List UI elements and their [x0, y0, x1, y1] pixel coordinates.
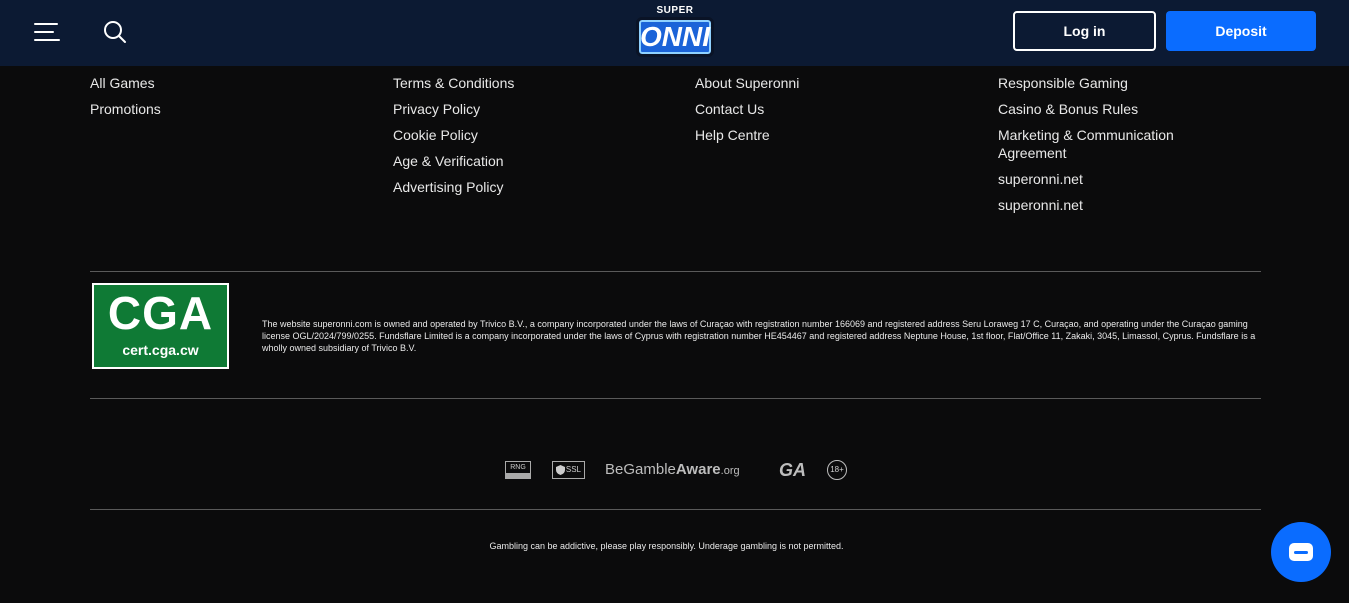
footer-link-about[interactable]: About Superonni [695, 74, 799, 92]
login-button[interactable]: Log in [1013, 11, 1156, 51]
bga-text-3: .org [720, 465, 740, 477]
footer-link-marketing-agreement[interactable]: Marketing & Communication Agreement [998, 126, 1198, 162]
footer-divider [90, 271, 1261, 272]
cga-title: CGA [107, 287, 214, 339]
footer-link-superonni-net-1[interactable]: superonni.net [998, 170, 1198, 188]
footer-link-superonni-net-2[interactable]: superonni.net [998, 196, 1198, 214]
footer-link-help[interactable]: Help Centre [695, 126, 799, 144]
footer-divider [90, 398, 1261, 399]
footer-link-advertising[interactable]: Advertising Policy [393, 178, 514, 196]
superonni-logo[interactable]: SUPER ONNI [632, 3, 718, 61]
footer-link-terms[interactable]: Terms & Conditions [393, 74, 514, 92]
top-header: SUPER ONNI Log in Deposit [0, 0, 1349, 66]
begambleaware-logo[interactable]: BeGambleAware.org [605, 460, 740, 484]
cga-url: cert.cga.cw [122, 342, 199, 358]
gambling-warning-text: Gambling can be addictive, please play r… [489, 541, 844, 551]
footer-link-age-verification[interactable]: Age & Verification [393, 152, 514, 170]
footer-link-promotions[interactable]: Promotions [90, 100, 161, 118]
age-restriction-icon: 18+ [827, 460, 847, 480]
search-icon[interactable] [102, 19, 128, 45]
gambling-anonymous-logo[interactable]: GA [779, 459, 806, 483]
rng-badge-icon: RNG [505, 461, 531, 479]
footer-link-responsible-gaming[interactable]: Responsible Gaming [998, 74, 1198, 92]
footer-link-privacy[interactable]: Privacy Policy [393, 100, 514, 118]
ssl-badge-icon: SSL [552, 461, 585, 479]
footer-column-about: About Superonni Contact Us Help Centre [695, 74, 799, 152]
footer-link-casino-bonus-rules[interactable]: Casino & Bonus Rules [998, 100, 1198, 118]
footer-link-cookie[interactable]: Cookie Policy [393, 126, 514, 144]
footer-divider [90, 509, 1261, 510]
bga-text-1: BeGamble [605, 461, 676, 478]
ssl-label: SSL [565, 465, 581, 474]
footer-column-games: All Games Promotions [90, 74, 161, 126]
hamburger-menu-icon[interactable] [34, 21, 60, 43]
footer-column-legal: Terms & Conditions Privacy Policy Cookie… [393, 74, 514, 204]
logo-onni-text: ONNI [636, 17, 714, 57]
footer-link-all-games[interactable]: All Games [90, 74, 161, 92]
logo-super-text: SUPER [656, 5, 694, 16]
license-legal-text: The website superonni.com is owned and o… [262, 319, 1256, 353]
footer-link-contact[interactable]: Contact Us [695, 100, 799, 118]
deposit-button[interactable]: Deposit [1166, 11, 1316, 51]
certification-badges: RNG SSL BeGambleAware.org GA 18+ [0, 458, 1349, 482]
bga-text-2: Aware [675, 461, 721, 478]
footer-column-responsible: Responsible Gaming Casino & Bonus Rules … [998, 74, 1198, 222]
cga-license-badge[interactable]: CGA cert.cga.cw [92, 283, 229, 369]
live-chat-button[interactable] [1271, 522, 1331, 582]
chat-bubble-icon [1289, 543, 1313, 561]
